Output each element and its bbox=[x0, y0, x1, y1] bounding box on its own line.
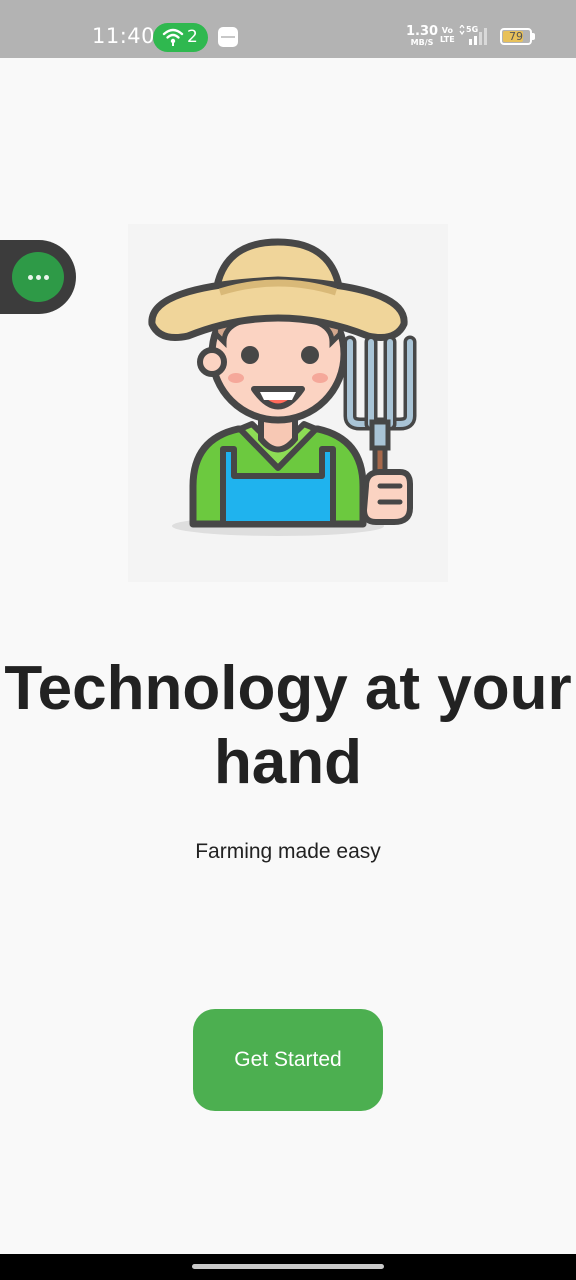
floating-assistant-button[interactable] bbox=[0, 240, 76, 314]
volte-top: Vo bbox=[441, 26, 453, 35]
farmer-illustration bbox=[128, 224, 448, 582]
volte-bottom: LTE bbox=[440, 35, 455, 44]
get-started-button[interactable]: Get Started bbox=[193, 1009, 383, 1111]
battery-tip bbox=[532, 33, 535, 40]
status-time: 11:40 bbox=[92, 24, 156, 48]
system-navigation-bar bbox=[0, 1254, 576, 1280]
home-indicator[interactable] bbox=[192, 1264, 384, 1269]
volte-indicator: Vo LTE bbox=[440, 27, 455, 44]
hotspot-count: 2 bbox=[187, 27, 198, 47]
network-speed-value: 1.30 bbox=[406, 24, 439, 39]
battery-icon: 79 bbox=[500, 28, 532, 45]
page-subtitle: Farming made easy bbox=[195, 840, 381, 863]
battery-level: 79 bbox=[509, 30, 523, 43]
network-speed-unit: MB/S bbox=[410, 38, 434, 47]
notification-app-icon bbox=[218, 27, 238, 47]
hotspot-indicator: 2 bbox=[153, 23, 208, 52]
farmer-with-pitchfork-icon bbox=[148, 238, 417, 536]
page-title: Technology at your hand bbox=[4, 654, 572, 797]
signal-strength-icon: 5G bbox=[458, 25, 492, 47]
floating-assistant-inner bbox=[12, 252, 64, 302]
welcome-screen: 11:40 2 1.30 MB/S Vo LTE 5G 79 Technolog… bbox=[0, 0, 576, 1280]
more-dots-icon bbox=[12, 252, 64, 302]
wifi-hotspot-icon bbox=[162, 28, 184, 46]
network-speed: 1.30 MB/S bbox=[406, 25, 438, 47]
status-bar: 11:40 2 1.30 MB/S Vo LTE 5G 79 bbox=[0, 0, 576, 58]
